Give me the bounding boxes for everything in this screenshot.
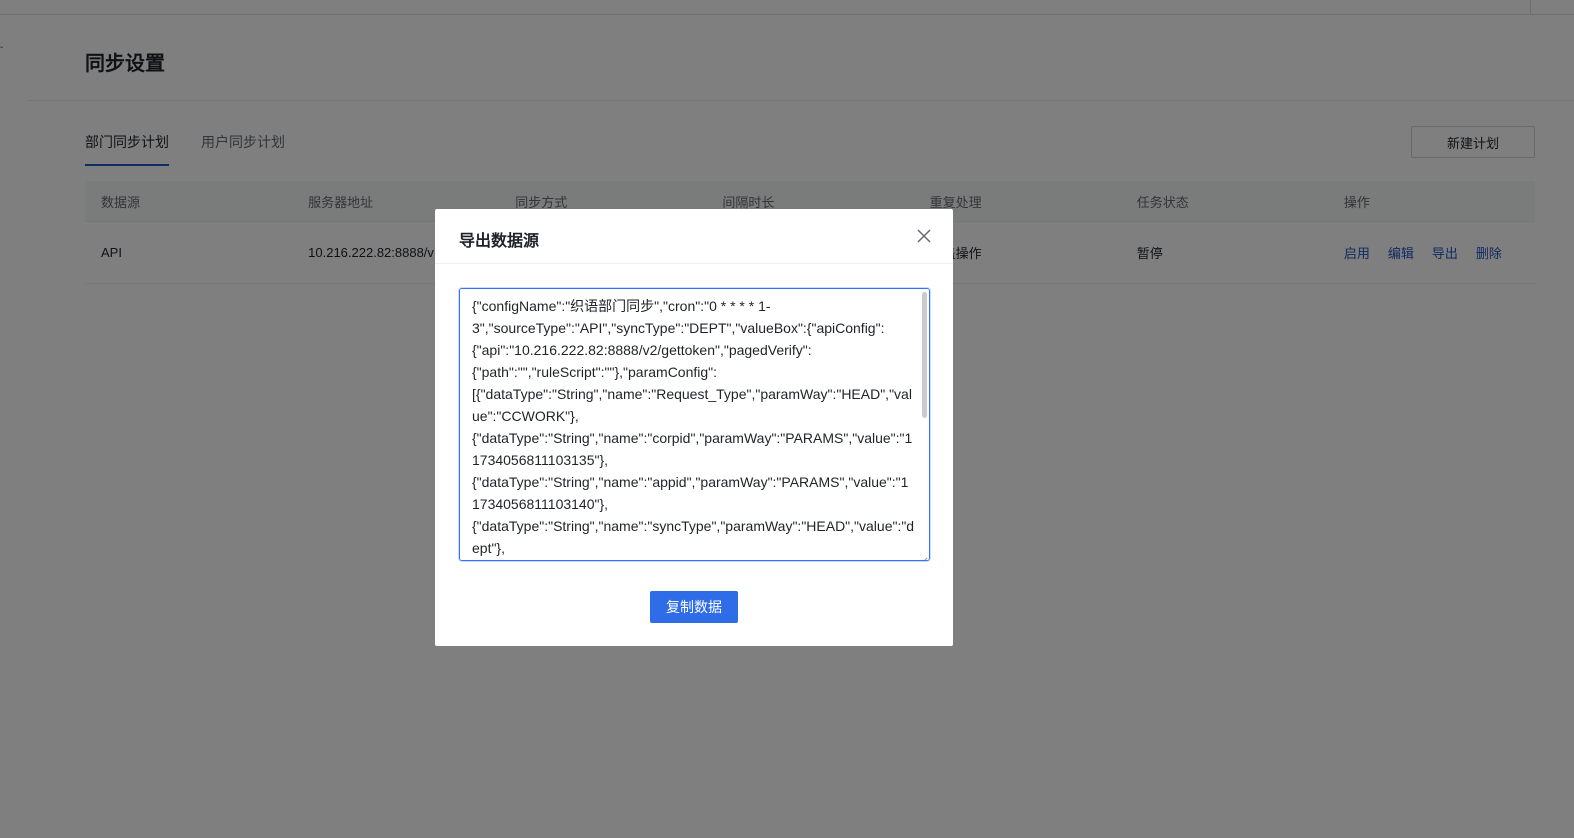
json-textarea-container: {"configName":"织语部门同步","cron":"0 * * * *… [459,288,930,561]
dialog-title: 导出数据源 [459,233,540,250]
close-icon[interactable] [915,227,933,245]
resize-grip-icon[interactable] [920,551,928,560]
dialog-header: 导出数据源 [435,209,953,264]
json-textarea[interactable]: {"configName":"织语部门同步","cron":"0 * * * *… [460,289,929,560]
copy-data-button[interactable]: 复制数据 [650,591,738,623]
scrollbar[interactable] [922,292,927,418]
export-data-source-dialog: 导出数据源 {"configName":"织语部门同步","cron":"0 *… [435,209,953,646]
